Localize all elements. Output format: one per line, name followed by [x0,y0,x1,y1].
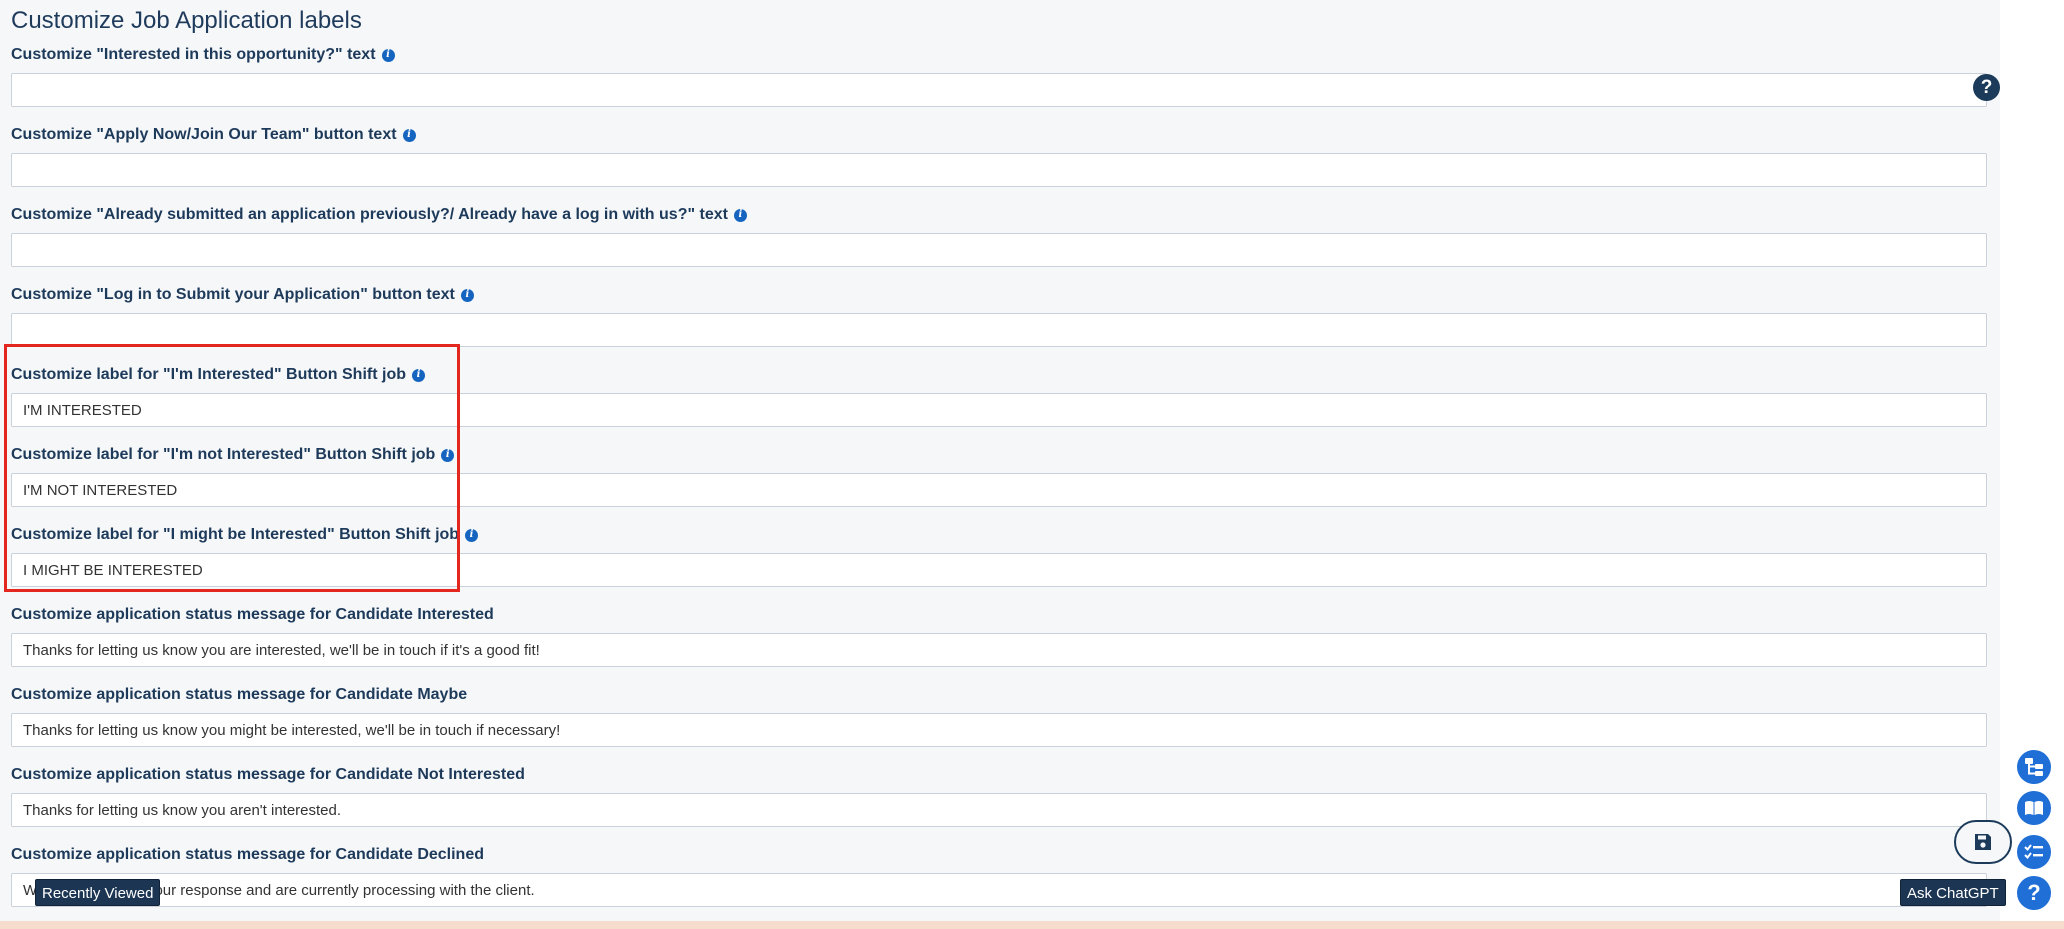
info-icon[interactable]: i [733,208,747,222]
field-label: Customize "Log in to Submit your Applica… [11,286,455,303]
open-book-icon[interactable] [2017,791,2051,825]
field-label: Customize application status message for… [11,766,525,783]
field-apply-now-text: Customize "Apply Now/Join Our Team" butt… [11,124,1987,187]
status-interested-input[interactable] [11,633,1987,667]
field-label: Customize application status message for… [11,686,468,703]
field-already-submitted-text: Customize "Already submitted an applicat… [11,204,1987,267]
im-not-interested-label-input[interactable] [11,473,1987,507]
field-label: Customize "Interested in this opportunit… [11,46,376,63]
info-icon[interactable]: i [465,528,479,542]
info-icon[interactable]: i [402,128,416,142]
ask-chatgpt-button[interactable]: Ask ChatGPT [1900,879,2006,906]
im-interested-label-input[interactable] [11,393,1987,427]
info-icon[interactable]: i [460,288,474,302]
page-title: Customize Job Application labels [11,7,362,34]
apply-now-text-input[interactable] [11,153,1987,187]
might-be-interested-label-input[interactable] [11,553,1987,587]
field-label: Customize "Apply Now/Join Our Team" butt… [11,126,397,143]
field-might-be-interested-label: Customize label for "I might be Interest… [11,524,1987,587]
question-circle-icon[interactable]: ? [1973,74,2000,101]
save-button[interactable] [1954,820,2012,864]
field-label: Customize application status message for… [11,606,494,623]
field-im-not-interested-label: Customize label for "I'm not Interested"… [11,444,1987,507]
help-icon[interactable]: ? [2017,876,2051,910]
field-status-interested: Customize application status message for… [11,604,1987,667]
status-declined-input[interactable] [11,873,1987,907]
info-icon[interactable]: i [412,368,425,382]
field-login-submit-text: Customize "Log in to Submit your Applica… [11,284,1987,347]
field-label: Customize label for "I'm Interested" But… [11,366,406,383]
status-maybe-input[interactable] [11,713,1987,747]
login-submit-text-input[interactable] [11,313,1987,347]
info-icon[interactable]: i [381,48,395,62]
field-status-maybe: Customize application status message for… [11,684,1987,747]
field-label: Customize label for "I'm not Interested"… [11,446,436,463]
interested-text-input[interactable] [11,73,1987,107]
info-icon[interactable]: i [441,448,455,462]
already-submitted-text-input[interactable] [11,233,1987,267]
field-interested-text: Customize "Interested in this opportunit… [11,44,1987,107]
field-status-declined: Customize application status message for… [11,844,1987,907]
org-chart-icon[interactable] [2017,750,2051,784]
field-label: Customize application status message for… [11,846,484,863]
field-label: Customize label for "I might be Interest… [11,526,460,543]
recently-viewed-button[interactable]: Recently Viewed [35,879,161,906]
field-label: Customize "Already submitted an applicat… [11,206,728,223]
field-im-interested-label: Customize label for "I'm Interested" But… [11,364,1987,427]
status-not-interested-input[interactable] [11,793,1987,827]
field-status-not-interested: Customize application status message for… [11,764,1987,827]
save-icon [1975,834,1991,850]
checklist-icon[interactable] [2017,835,2051,869]
